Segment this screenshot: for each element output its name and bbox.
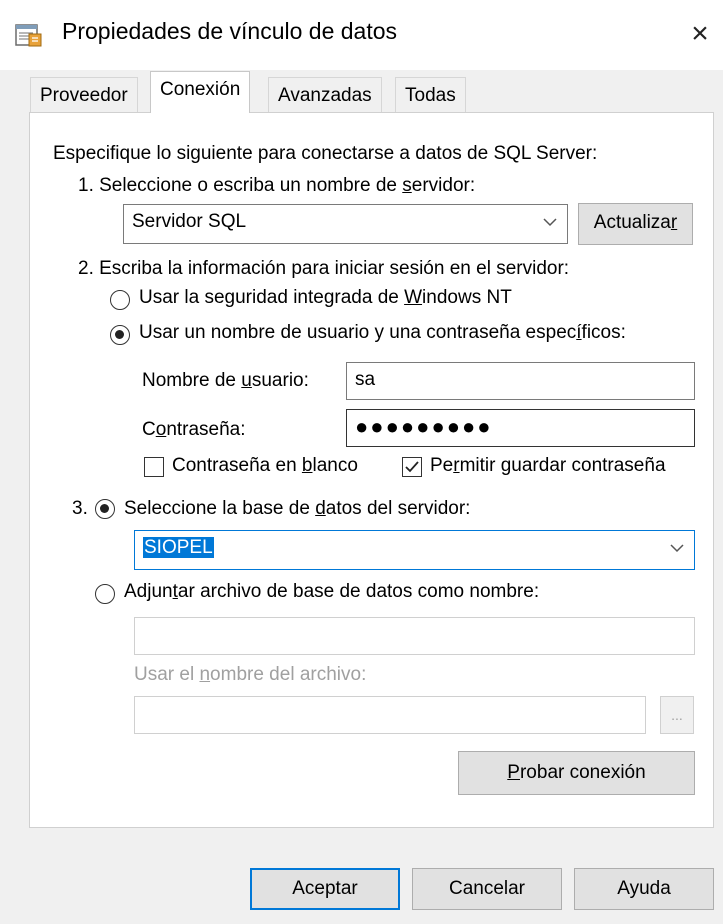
intro-text: Especifique lo siguiente para conectarse… <box>53 143 598 164</box>
chevron-down-icon <box>670 544 684 553</box>
tab-conexion[interactable]: Conexión <box>150 71 251 113</box>
specific-credentials-label: Usar un nombre de usuario y una contrase… <box>139 322 626 343</box>
cancel-button[interactable]: Cancelar <box>412 868 562 910</box>
filename-field[interactable] <box>134 696 646 734</box>
refresh-button[interactable]: Actualizar <box>578 203 693 245</box>
filename-label: Usar el nombre del archivo: <box>134 664 367 685</box>
allow-save-password-label: Permitir guardar contraseña <box>430 455 666 476</box>
tab-todas[interactable]: Todas <box>395 77 466 112</box>
close-button[interactable]: × <box>680 12 720 56</box>
tab-label: Conexión <box>160 79 241 100</box>
attach-database-label: Adjuntar archivo de base de datos como n… <box>124 581 540 602</box>
database-combobox[interactable]: SIOPEL <box>134 530 695 570</box>
title-bar: Propiedades de vínculo de datos × <box>0 0 723 70</box>
close-icon: × <box>691 17 709 50</box>
help-button[interactable]: Ayuda <box>574 868 714 910</box>
tab-avanzadas[interactable]: Avanzadas <box>268 77 382 112</box>
database-value: SIOPEL <box>143 537 214 558</box>
password-label: Contraseña: <box>142 419 246 440</box>
tab-label: Todas <box>405 85 456 106</box>
blank-password-label: Contraseña en blanco <box>172 455 358 476</box>
window-title: Propiedades de vínculo de datos <box>62 18 398 44</box>
specific-credentials-radio[interactable] <box>110 325 130 345</box>
step1-label: 1. Seleccione o escriba un nombre de ser… <box>78 175 476 196</box>
server-name-combobox[interactable]: Servidor SQL <box>123 204 568 244</box>
chevron-down-icon <box>543 218 557 227</box>
password-value: ●●●●●●●●● <box>355 414 493 439</box>
allow-save-password-checkbox[interactable] <box>402 457 422 477</box>
data-link-icon <box>15 24 42 47</box>
select-database-radio[interactable] <box>95 499 115 519</box>
browse-button[interactable]: ... <box>660 696 694 734</box>
server-name-value: Servidor SQL <box>132 211 247 232</box>
tab-proveedor[interactable]: Proveedor <box>30 77 138 112</box>
data-link-properties-dialog: Propiedades de vínculo de datos × Provee… <box>0 0 723 924</box>
checkmark-icon <box>405 461 419 473</box>
ok-button[interactable]: Aceptar <box>250 868 400 910</box>
tab-label: Avanzadas <box>278 85 372 106</box>
attach-database-radio[interactable] <box>95 584 115 604</box>
step3-number: 3. <box>72 498 88 519</box>
step2-label: 2. Escriba la información para iniciar s… <box>78 258 570 279</box>
username-label: Nombre de usuario: <box>142 370 309 391</box>
blank-password-checkbox[interactable] <box>144 457 164 477</box>
username-value: sa <box>355 369 376 390</box>
windows-nt-security-label: Usar la seguridad integrada de Windows N… <box>139 287 512 308</box>
password-field[interactable]: ●●●●●●●●● <box>346 409 695 447</box>
test-connection-button[interactable]: Probar conexión <box>458 751 695 795</box>
windows-nt-security-radio[interactable] <box>110 290 130 310</box>
tab-label: Proveedor <box>40 85 128 106</box>
attach-database-field[interactable] <box>134 617 695 655</box>
username-field[interactable]: sa <box>346 362 695 400</box>
select-database-label: Seleccione la base de datos del servidor… <box>124 498 471 519</box>
